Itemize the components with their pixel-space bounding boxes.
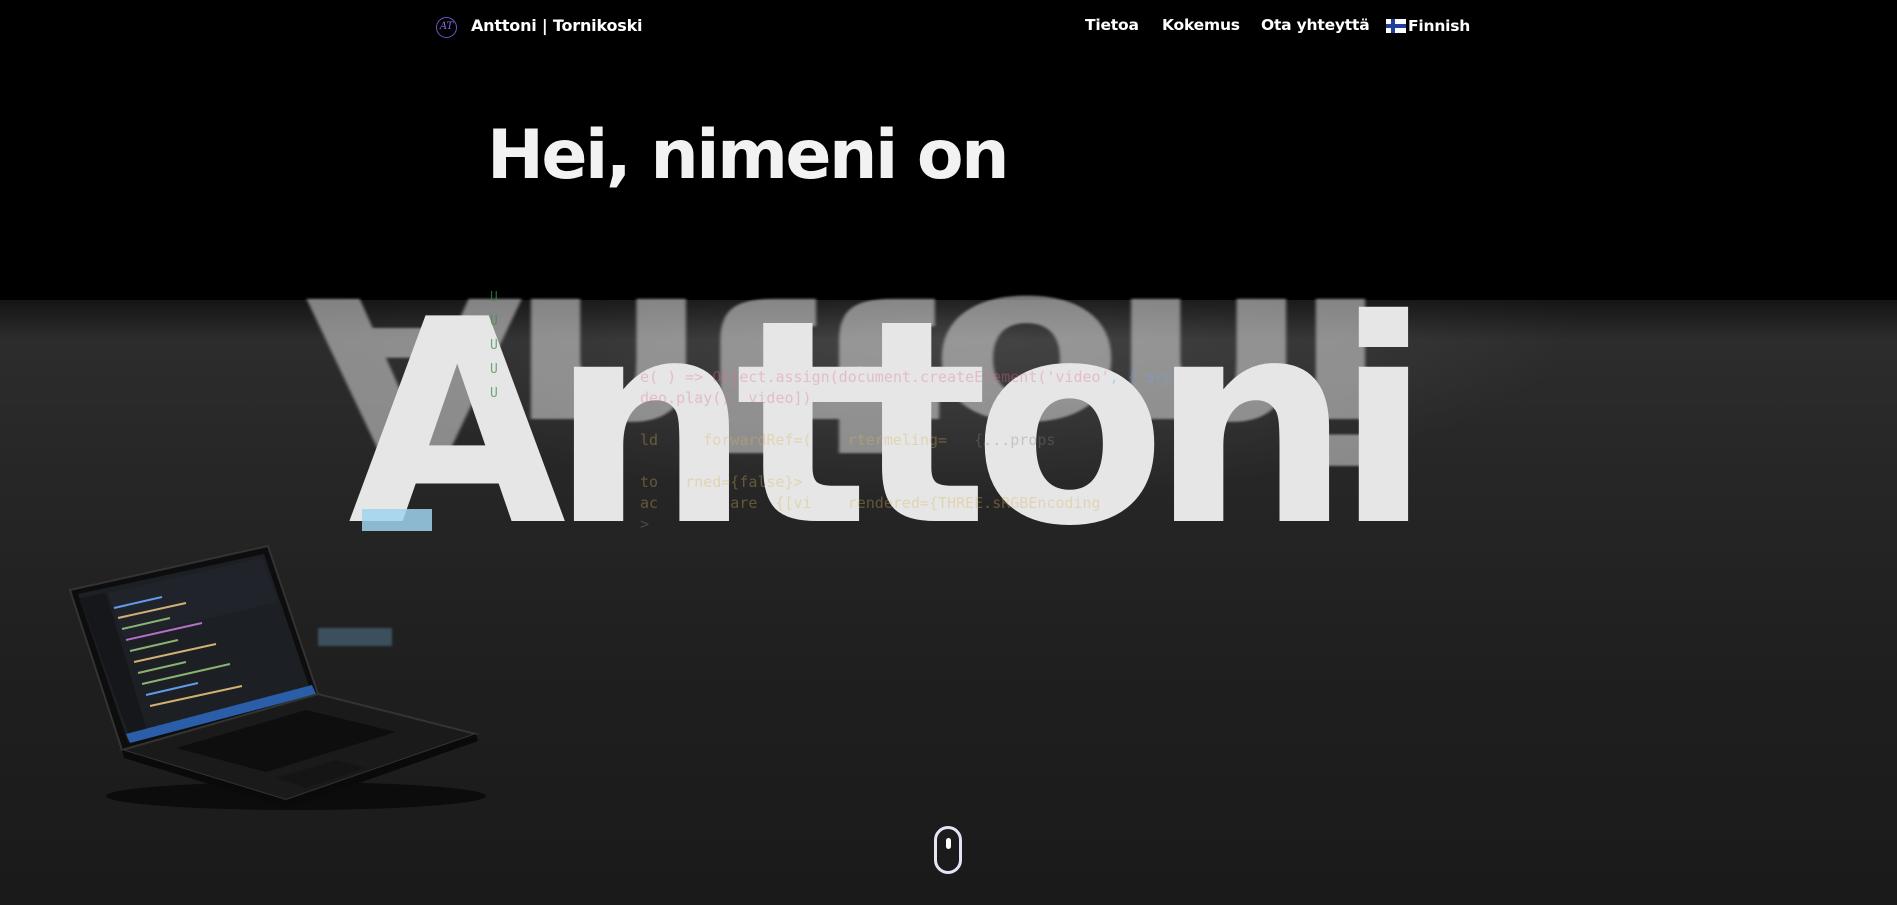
mouse-wheel-icon — [946, 838, 951, 849]
laptop-image — [68, 544, 486, 810]
language-selector[interactable]: Finnish — [1386, 17, 1470, 35]
code-texture-decoration: e( ) => Object.assign(document.createEle… — [640, 368, 1173, 533]
scroll-down-mouse-icon[interactable] — [934, 826, 962, 874]
hero-greeting: Hei, nimeni on — [487, 116, 1010, 195]
code-gutter-decoration: UUUUU — [490, 290, 498, 401]
nav-link-kokemus[interactable]: Kokemus — [1162, 16, 1240, 34]
brand-name[interactable]: Anttoni | Tornikoski — [471, 16, 643, 35]
top-navigation: AT Anttoni | Tornikoski Tietoa Kokemus O… — [0, 0, 1897, 54]
finland-flag-icon — [1386, 19, 1406, 33]
nav-link-tietoa[interactable]: Tietoa — [1085, 16, 1139, 34]
code-highlight-decoration — [362, 509, 432, 531]
nav-link-ota-yhteytta[interactable]: Ota yhteyttä — [1261, 16, 1370, 34]
language-label: Finnish — [1408, 17, 1471, 35]
logo-icon[interactable]: AT — [436, 17, 457, 38]
